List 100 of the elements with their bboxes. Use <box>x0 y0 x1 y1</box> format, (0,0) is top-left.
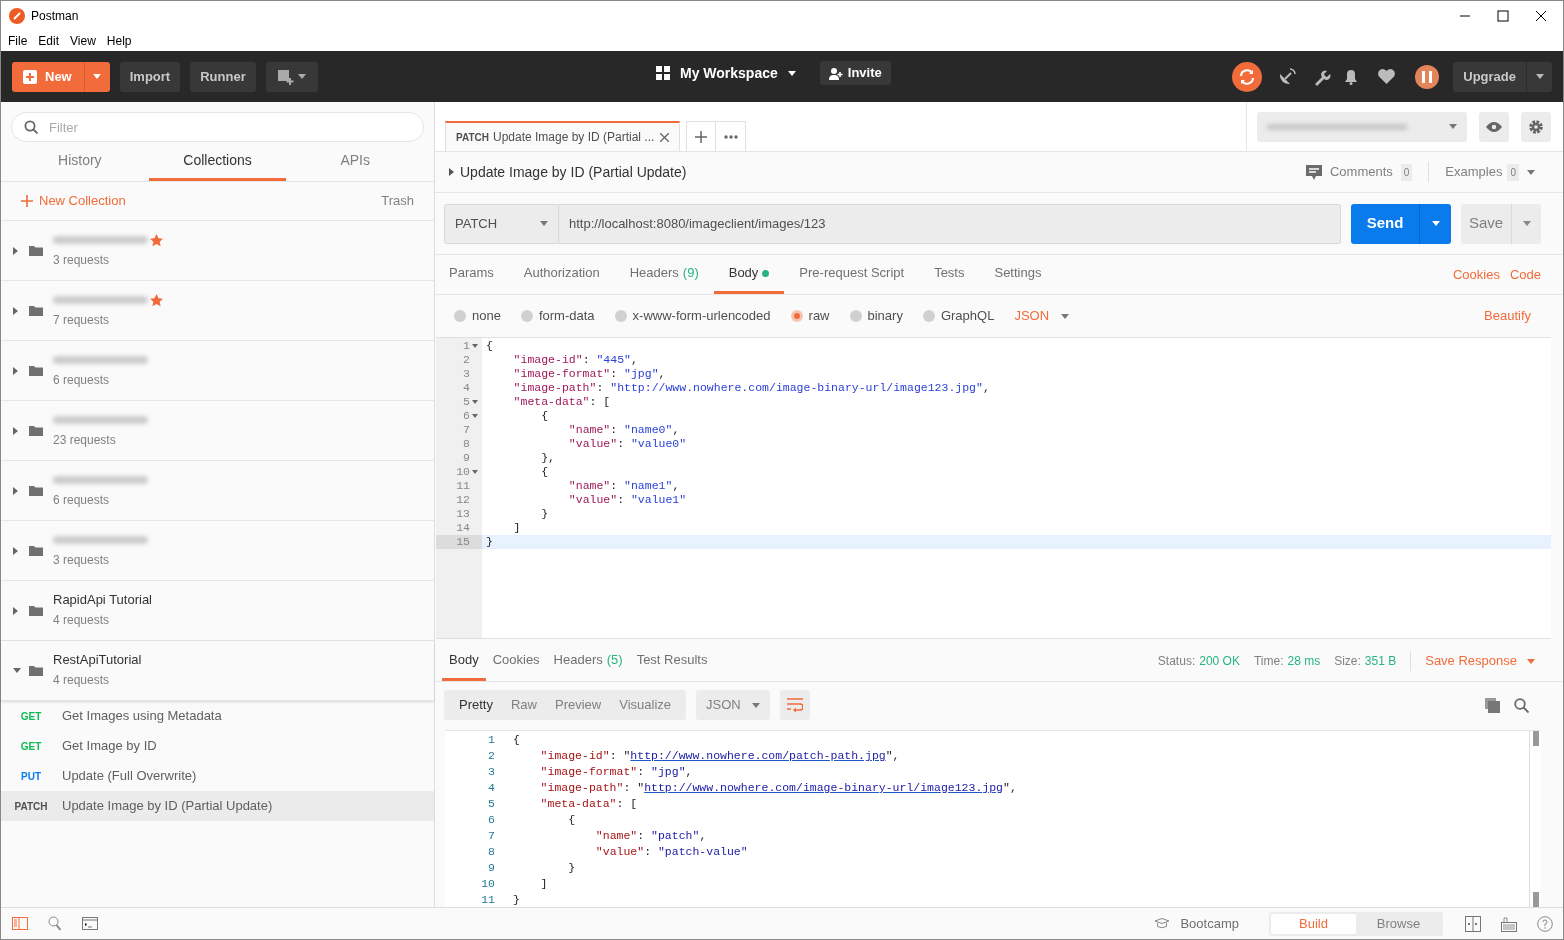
request-tab[interactable]: Pre-request Script <box>784 255 920 294</box>
close-icon[interactable] <box>1535 10 1547 22</box>
response-meta-value: 28 ms <box>1287 653 1321 670</box>
link[interactable]: Code <box>1509 264 1541 285</box>
request-item[interactable]: GET Get Image by ID <box>1 731 434 761</box>
console-icon[interactable] <box>82 917 98 930</box>
new-window-button[interactable] <box>265 61 318 92</box>
line-number: 10 <box>480 876 495 892</box>
runner-button[interactable]: Runner <box>190 61 256 92</box>
method-label: GET <box>19 709 43 724</box>
heart-icon[interactable] <box>1378 69 1396 84</box>
caret-icon <box>93 74 102 79</box>
url-field[interactable]: http://localhost:8080/imageclient/images/123 <box>559 203 1341 244</box>
search-icon[interactable] <box>1514 697 1529 713</box>
invite-button[interactable]: Invite <box>819 61 891 85</box>
view-mode-tab[interactable]: Raw <box>501 690 546 720</box>
request-tab[interactable]: PATCH Update Image by ID (Partial ... <box>445 121 681 151</box>
view-mode-tab[interactable]: Pretty <box>450 690 502 720</box>
line-number: 7 <box>463 423 470 437</box>
request-tab[interactable]: Body <box>713 255 785 294</box>
environment-quick-look-button[interactable] <box>1479 111 1509 142</box>
menu-item[interactable]: View <box>70 32 96 50</box>
save-response-button[interactable]: Save Response <box>1425 651 1535 671</box>
response-meta-label: Time: <box>1253 653 1284 670</box>
new-dropdown-button[interactable] <box>83 61 110 92</box>
response-tab[interactable]: Cookies <box>485 641 547 681</box>
request-tab[interactable]: Authorization <box>508 255 615 294</box>
method-label: PUT <box>20 769 42 784</box>
send-dropdown-button[interactable] <box>1419 203 1451 244</box>
response-tab[interactable]: Body <box>442 641 486 681</box>
avatar-icon[interactable] <box>1415 64 1440 89</box>
format-dropdown[interactable]: JSON <box>1014 306 1070 326</box>
sidebar-tab[interactable]: APIs <box>286 142 424 181</box>
response-tab[interactable]: Test Results <box>629 641 715 681</box>
caret-icon <box>1522 221 1531 226</box>
menu-item[interactable]: Help <box>106 32 132 50</box>
sync-icon[interactable] <box>1232 61 1263 92</box>
copy-icon[interactable] <box>1485 697 1500 713</box>
import-button[interactable]: Import <box>119 61 181 92</box>
maximize-icon[interactable] <box>1497 10 1509 22</box>
collection-row[interactable]: RestApiTutorial 4 requests <box>1 641 434 701</box>
request-tab[interactable]: Settings <box>979 255 1057 294</box>
response-tab[interactable]: Headers (5) <box>546 641 630 681</box>
fold-caret-icon[interactable] <box>472 344 478 348</box>
fold-caret-icon[interactable] <box>472 400 478 404</box>
view-mode-tab[interactable]: Visualize <box>610 690 681 720</box>
request-tab[interactable]: Headers (9) <box>614 255 714 294</box>
trash-button[interactable]: Trash <box>381 191 414 211</box>
code-line: "meta-data": [ <box>539 797 638 810</box>
body-mode-radio[interactable]: raw <box>790 306 830 326</box>
request-count: 3 requests <box>53 252 111 269</box>
fold-caret-icon[interactable] <box>472 414 478 418</box>
sidebar-tab[interactable]: Collections <box>148 142 287 181</box>
request-tab[interactable]: Tests <box>919 255 980 294</box>
view-mode-tab[interactable]: Preview <box>546 690 611 720</box>
format-dropdown[interactable]: JSON <box>696 690 771 720</box>
examples-button[interactable]: Examples 0 <box>1445 162 1535 182</box>
comments-button[interactable]: Comments 0 <box>1305 162 1413 182</box>
code-line: ] <box>512 521 521 534</box>
workspace-dropdown[interactable]: My Workspace <box>656 62 796 84</box>
help-icon[interactable] <box>1537 915 1553 932</box>
request-name: Update Image by ID (Partial Update) <box>62 797 273 816</box>
line-number: 1 <box>463 339 470 353</box>
send-button[interactable]: Send <box>1351 203 1419 244</box>
folder-icon <box>29 305 43 316</box>
two-pane-icon[interactable] <box>1465 915 1481 932</box>
more-icon <box>723 134 738 139</box>
bootcamp-button[interactable]: Bootcamp <box>1154 913 1239 934</box>
request-item[interactable]: PATCH Update Image by ID (Partial Update) <box>1 791 434 821</box>
sidebar-tab[interactable]: History <box>11 142 149 181</box>
request-tab[interactable]: Params <box>449 255 509 294</box>
request-item[interactable]: GET Get Images using Metadata <box>1 701 434 731</box>
request-item[interactable]: PUT Update (Full Overwrite) <box>1 761 434 791</box>
sidebar-toggle-icon[interactable] <box>12 917 28 930</box>
body-mode-radio[interactable]: x-www-form-urlencoded <box>614 306 771 326</box>
mode-toggle[interactable]: Browse <box>1356 913 1441 934</box>
body-mode-radio[interactable]: form-data <box>520 306 595 326</box>
menu-item[interactable]: File <box>8 32 28 50</box>
method-dropdown[interactable]: PATCH <box>444 203 559 244</box>
body-mode-radio[interactable]: GraphQL <box>922 306 995 326</box>
plus-icon <box>21 195 33 207</box>
bell-icon[interactable] <box>1344 68 1359 85</box>
satellite-dish-icon[interactable] <box>1278 67 1297 86</box>
find-icon[interactable] <box>48 916 62 931</box>
settings-button[interactable] <box>1521 111 1551 142</box>
mode-toggle[interactable]: Build <box>1271 913 1356 934</box>
collapsed-caret-icon[interactable] <box>449 168 454 176</box>
link[interactable]: Cookies <box>1452 264 1500 285</box>
keyboard-icon[interactable] <box>1501 915 1517 932</box>
new-button[interactable]: New <box>12 61 84 92</box>
body-mode-radio[interactable]: binary <box>849 306 903 326</box>
body-mode-radio[interactable]: none <box>454 306 501 326</box>
beautify-button[interactable]: Beautify <box>1484 306 1531 326</box>
new-collection-button[interactable]: New Collection <box>21 191 126 211</box>
fold-caret-icon[interactable] <box>472 470 478 474</box>
new-tab-button[interactable] <box>686 121 717 151</box>
menu-item[interactable]: Edit <box>38 32 60 50</box>
filter-field[interactable]: Filter <box>11 112 424 142</box>
save-button[interactable]: Save <box>1461 203 1511 244</box>
comment-count: 0 <box>1400 163 1413 181</box>
